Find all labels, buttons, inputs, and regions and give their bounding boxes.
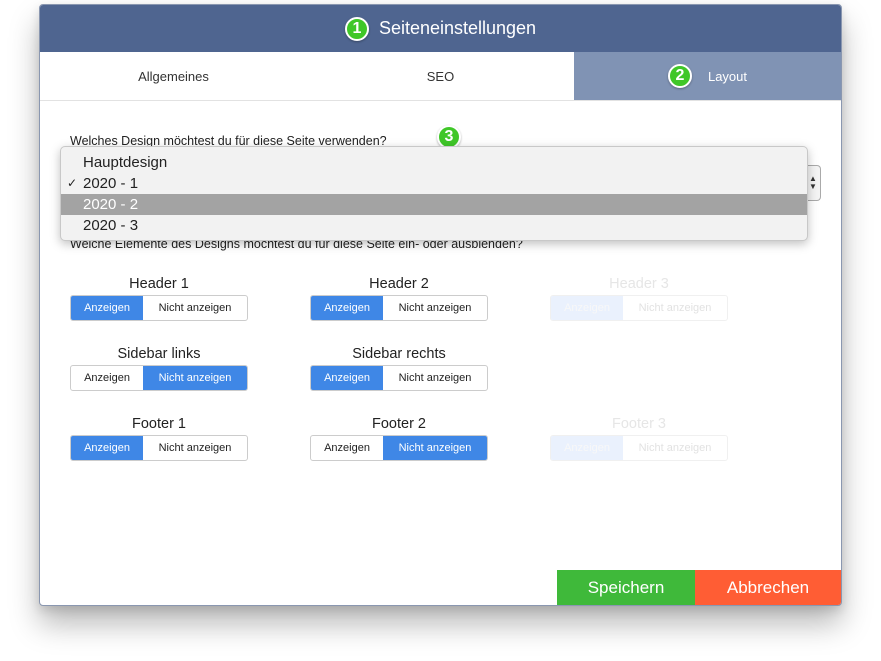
visibility-toggle: Anzeigen Nicht anzeigen	[310, 295, 488, 321]
element-label: Header 1	[129, 276, 189, 292]
show-option: Anzeigen	[551, 436, 623, 460]
hide-option[interactable]: Nicht anzeigen	[143, 296, 247, 320]
tab-allgemeines[interactable]: Allgemeines	[40, 52, 307, 100]
tab-seo[interactable]: SEO	[307, 52, 574, 100]
checkmark-icon: ✓	[67, 176, 78, 190]
settings-dialog: 1 Seiteneinstellungen Allgemeines SEO 2 …	[39, 4, 842, 606]
show-option[interactable]: Anzeigen	[311, 296, 383, 320]
show-option[interactable]: Anzeigen	[311, 436, 383, 460]
dialog-titlebar: 1 Seiteneinstellungen	[40, 5, 841, 52]
visibility-toggle: Anzeigen Nicht anzeigen	[70, 435, 248, 461]
element-label: Sidebar links	[117, 346, 201, 362]
element-label: Sidebar rechts	[352, 346, 446, 362]
visibility-toggle: Anzeigen Nicht anzeigen	[70, 295, 248, 321]
show-option[interactable]: Anzeigen	[71, 366, 143, 390]
design-dropdown-menu: Hauptdesign ✓ 2020 - 1 2020 - 2 2020 - 3	[60, 146, 808, 241]
visibility-toggle: Anzeigen Nicht anzeigen	[70, 365, 248, 391]
visibility-toggle: Anzeigen Nicht anzeigen	[550, 295, 728, 321]
element-group-sidebar-rechts: Sidebar rechts Anzeigen Nicht anzeigen	[310, 346, 488, 391]
cancel-button[interactable]: Abbrechen	[695, 570, 841, 605]
element-group-footer-1: Footer 1 Anzeigen Nicht anzeigen	[70, 416, 248, 461]
dropdown-option-hauptdesign[interactable]: Hauptdesign	[61, 152, 807, 173]
design-select-arrows[interactable]: ▲ ▼	[806, 165, 821, 201]
hide-option[interactable]: Nicht anzeigen	[143, 436, 247, 460]
dropdown-option-2020-2[interactable]: 2020 - 2	[61, 194, 807, 215]
hide-option[interactable]: Nicht anzeigen	[383, 366, 487, 390]
dropdown-option-2020-3[interactable]: 2020 - 3	[61, 215, 807, 236]
hide-option[interactable]: Nicht anzeigen	[383, 296, 487, 320]
element-group-sidebar-links: Sidebar links Anzeigen Nicht anzeigen	[70, 346, 248, 391]
element-group-footer-3: Footer 3 Anzeigen Nicht anzeigen	[550, 416, 728, 461]
hide-option: Nicht anzeigen	[638, 302, 712, 314]
tab-bar: Allgemeines SEO 2 Layout	[40, 52, 841, 101]
element-label: Footer 1	[132, 416, 186, 432]
hide-option[interactable]: Nicht anzeigen	[383, 436, 487, 460]
dropdown-option-2020-1[interactable]: ✓ 2020 - 1	[61, 173, 807, 194]
element-group-header-1: Header 1 Anzeigen Nicht anzeigen	[70, 276, 248, 321]
step-badge-1: 1	[344, 16, 369, 41]
tab-label: Layout	[707, 68, 748, 84]
show-option: Anzeigen	[551, 296, 623, 320]
element-label: Header 2	[369, 276, 429, 292]
save-button[interactable]: Speichern	[557, 570, 695, 605]
visibility-toggle: Anzeigen Nicht anzeigen	[310, 365, 488, 391]
step-badge-2: 2	[667, 64, 692, 88]
element-group-footer-2: Footer 2 Anzeigen Nicht anzeigen	[310, 416, 488, 461]
element-group-header-3: Header 3 Anzeigen Nicht anzeigen	[550, 276, 728, 321]
show-option[interactable]: Anzeigen	[71, 436, 143, 460]
chevron-down-icon: ▼	[809, 182, 817, 191]
tab-label: Allgemeines	[138, 68, 209, 84]
element-label: Header 3	[609, 276, 669, 292]
element-label: Footer 3	[612, 416, 666, 432]
dialog-title: Seiteneinstellungen	[378, 18, 537, 38]
tab-label: SEO	[426, 68, 455, 84]
show-option[interactable]: Anzeigen	[311, 366, 383, 390]
show-option[interactable]: Anzeigen	[71, 296, 143, 320]
tab-layout[interactable]: 2 Layout	[574, 52, 841, 100]
hide-option: Nicht anzeigen	[638, 442, 712, 454]
element-label: Footer 2	[372, 416, 426, 432]
visibility-toggle: Anzeigen Nicht anzeigen	[550, 435, 728, 461]
hide-option[interactable]: Nicht anzeigen	[143, 366, 247, 390]
visibility-toggle: Anzeigen Nicht anzeigen	[310, 435, 488, 461]
element-group-header-2: Header 2 Anzeigen Nicht anzeigen	[310, 276, 488, 321]
